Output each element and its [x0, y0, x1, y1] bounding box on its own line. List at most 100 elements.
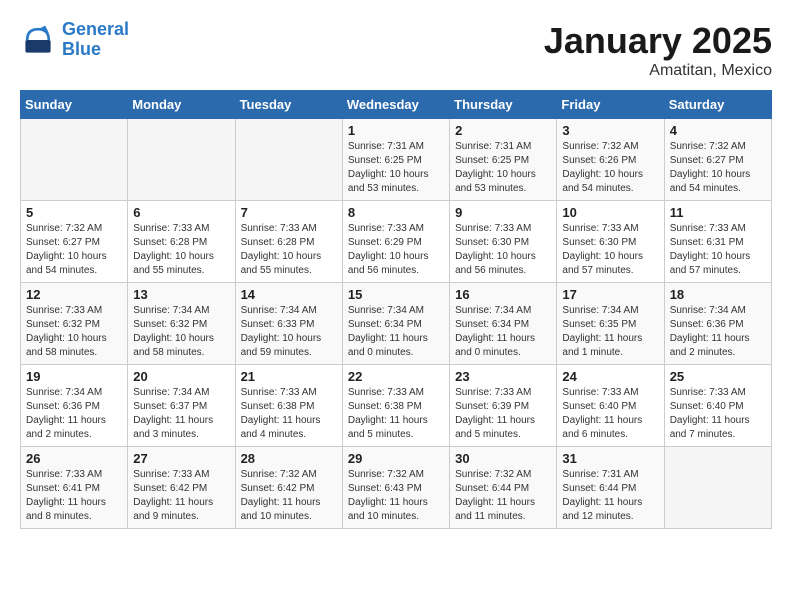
day-number: 26 [26, 451, 122, 466]
day-number: 25 [670, 369, 766, 384]
weekday-header: Sunday [21, 91, 128, 119]
day-info: Sunrise: 7:34 AMSunset: 6:36 PMDaylight:… [670, 304, 766, 360]
calendar-cell: 17 Sunrise: 7:34 AMSunset: 6:35 PMDaylig… [557, 283, 664, 365]
logo-line2: Blue [62, 39, 101, 59]
calendar-cell: 14 Sunrise: 7:34 AMSunset: 6:33 PMDaylig… [235, 283, 342, 365]
day-number: 13 [133, 287, 229, 302]
day-number: 2 [455, 123, 551, 138]
calendar-cell: 25 Sunrise: 7:33 AMSunset: 6:40 PMDaylig… [664, 365, 771, 447]
calendar-cell: 24 Sunrise: 7:33 AMSunset: 6:40 PMDaylig… [557, 365, 664, 447]
day-number: 3 [562, 123, 658, 138]
day-number: 24 [562, 369, 658, 384]
calendar-cell: 16 Sunrise: 7:34 AMSunset: 6:34 PMDaylig… [450, 283, 557, 365]
day-info: Sunrise: 7:33 AMSunset: 6:41 PMDaylight:… [26, 468, 122, 524]
calendar-cell: 26 Sunrise: 7:33 AMSunset: 6:41 PMDaylig… [21, 447, 128, 529]
day-number: 19 [26, 369, 122, 384]
day-info: Sunrise: 7:34 AMSunset: 6:34 PMDaylight:… [455, 304, 551, 360]
calendar-cell: 10 Sunrise: 7:33 AMSunset: 6:30 PMDaylig… [557, 201, 664, 283]
calendar-cell: 28 Sunrise: 7:32 AMSunset: 6:42 PMDaylig… [235, 447, 342, 529]
day-info: Sunrise: 7:33 AMSunset: 6:28 PMDaylight:… [133, 222, 229, 278]
calendar-table: SundayMondayTuesdayWednesdayThursdayFrid… [20, 90, 772, 529]
calendar-week-row: 12 Sunrise: 7:33 AMSunset: 6:32 PMDaylig… [21, 283, 772, 365]
calendar-cell [128, 119, 235, 201]
calendar-subtitle: Amatitan, Mexico [544, 62, 772, 80]
calendar-cell: 27 Sunrise: 7:33 AMSunset: 6:42 PMDaylig… [128, 447, 235, 529]
day-number: 5 [26, 205, 122, 220]
day-number: 1 [348, 123, 444, 138]
calendar-cell: 1 Sunrise: 7:31 AMSunset: 6:25 PMDayligh… [342, 119, 449, 201]
logo: General Blue [20, 20, 129, 60]
day-info: Sunrise: 7:34 AMSunset: 6:35 PMDaylight:… [562, 304, 658, 360]
logo-line1: General [62, 19, 129, 39]
weekday-header-row: SundayMondayTuesdayWednesdayThursdayFrid… [21, 91, 772, 119]
weekday-header: Wednesday [342, 91, 449, 119]
calendar-cell: 29 Sunrise: 7:32 AMSunset: 6:43 PMDaylig… [342, 447, 449, 529]
day-info: Sunrise: 7:32 AMSunset: 6:27 PMDaylight:… [670, 140, 766, 196]
day-number: 6 [133, 205, 229, 220]
day-info: Sunrise: 7:33 AMSunset: 6:28 PMDaylight:… [241, 222, 337, 278]
calendar-cell: 21 Sunrise: 7:33 AMSunset: 6:38 PMDaylig… [235, 365, 342, 447]
day-info: Sunrise: 7:31 AMSunset: 6:44 PMDaylight:… [562, 468, 658, 524]
day-info: Sunrise: 7:33 AMSunset: 6:38 PMDaylight:… [241, 386, 337, 442]
day-number: 15 [348, 287, 444, 302]
day-number: 31 [562, 451, 658, 466]
calendar-week-row: 5 Sunrise: 7:32 AMSunset: 6:27 PMDayligh… [21, 201, 772, 283]
calendar-cell: 19 Sunrise: 7:34 AMSunset: 6:36 PMDaylig… [21, 365, 128, 447]
calendar-cell: 11 Sunrise: 7:33 AMSunset: 6:31 PMDaylig… [664, 201, 771, 283]
day-info: Sunrise: 7:31 AMSunset: 6:25 PMDaylight:… [455, 140, 551, 196]
day-info: Sunrise: 7:34 AMSunset: 6:33 PMDaylight:… [241, 304, 337, 360]
weekday-header: Monday [128, 91, 235, 119]
day-info: Sunrise: 7:33 AMSunset: 6:30 PMDaylight:… [455, 222, 551, 278]
calendar-week-row: 19 Sunrise: 7:34 AMSunset: 6:36 PMDaylig… [21, 365, 772, 447]
calendar-cell: 13 Sunrise: 7:34 AMSunset: 6:32 PMDaylig… [128, 283, 235, 365]
day-number: 27 [133, 451, 229, 466]
day-info: Sunrise: 7:33 AMSunset: 6:32 PMDaylight:… [26, 304, 122, 360]
day-info: Sunrise: 7:33 AMSunset: 6:31 PMDaylight:… [670, 222, 766, 278]
day-number: 28 [241, 451, 337, 466]
day-info: Sunrise: 7:33 AMSunset: 6:30 PMDaylight:… [562, 222, 658, 278]
day-number: 22 [348, 369, 444, 384]
logo-text: General Blue [62, 20, 129, 60]
day-number: 9 [455, 205, 551, 220]
day-number: 18 [670, 287, 766, 302]
calendar-week-row: 26 Sunrise: 7:33 AMSunset: 6:41 PMDaylig… [21, 447, 772, 529]
day-info: Sunrise: 7:33 AMSunset: 6:40 PMDaylight:… [670, 386, 766, 442]
calendar-cell: 3 Sunrise: 7:32 AMSunset: 6:26 PMDayligh… [557, 119, 664, 201]
calendar-cell: 6 Sunrise: 7:33 AMSunset: 6:28 PMDayligh… [128, 201, 235, 283]
day-info: Sunrise: 7:33 AMSunset: 6:42 PMDaylight:… [133, 468, 229, 524]
day-number: 16 [455, 287, 551, 302]
weekday-header: Saturday [664, 91, 771, 119]
day-info: Sunrise: 7:32 AMSunset: 6:43 PMDaylight:… [348, 468, 444, 524]
day-number: 12 [26, 287, 122, 302]
calendar-cell: 5 Sunrise: 7:32 AMSunset: 6:27 PMDayligh… [21, 201, 128, 283]
calendar-cell: 23 Sunrise: 7:33 AMSunset: 6:39 PMDaylig… [450, 365, 557, 447]
day-number: 30 [455, 451, 551, 466]
day-info: Sunrise: 7:34 AMSunset: 6:36 PMDaylight:… [26, 386, 122, 442]
day-info: Sunrise: 7:33 AMSunset: 6:39 PMDaylight:… [455, 386, 551, 442]
calendar-cell: 30 Sunrise: 7:32 AMSunset: 6:44 PMDaylig… [450, 447, 557, 529]
day-info: Sunrise: 7:33 AMSunset: 6:40 PMDaylight:… [562, 386, 658, 442]
calendar-cell [664, 447, 771, 529]
calendar-cell [235, 119, 342, 201]
day-number: 21 [241, 369, 337, 384]
calendar-cell [21, 119, 128, 201]
calendar-cell: 20 Sunrise: 7:34 AMSunset: 6:37 PMDaylig… [128, 365, 235, 447]
day-number: 17 [562, 287, 658, 302]
weekday-header: Friday [557, 91, 664, 119]
day-number: 8 [348, 205, 444, 220]
calendar-week-row: 1 Sunrise: 7:31 AMSunset: 6:25 PMDayligh… [21, 119, 772, 201]
day-info: Sunrise: 7:34 AMSunset: 6:37 PMDaylight:… [133, 386, 229, 442]
calendar-cell: 8 Sunrise: 7:33 AMSunset: 6:29 PMDayligh… [342, 201, 449, 283]
weekday-header: Tuesday [235, 91, 342, 119]
day-info: Sunrise: 7:33 AMSunset: 6:38 PMDaylight:… [348, 386, 444, 442]
day-info: Sunrise: 7:34 AMSunset: 6:34 PMDaylight:… [348, 304, 444, 360]
calendar-cell: 4 Sunrise: 7:32 AMSunset: 6:27 PMDayligh… [664, 119, 771, 201]
day-info: Sunrise: 7:32 AMSunset: 6:42 PMDaylight:… [241, 468, 337, 524]
title-block: January 2025 Amatitan, Mexico [544, 20, 772, 80]
day-info: Sunrise: 7:32 AMSunset: 6:27 PMDaylight:… [26, 222, 122, 278]
calendar-cell: 15 Sunrise: 7:34 AMSunset: 6:34 PMDaylig… [342, 283, 449, 365]
day-info: Sunrise: 7:32 AMSunset: 6:26 PMDaylight:… [562, 140, 658, 196]
logo-icon [20, 22, 56, 58]
day-info: Sunrise: 7:31 AMSunset: 6:25 PMDaylight:… [348, 140, 444, 196]
calendar-title: January 2025 [544, 20, 772, 62]
